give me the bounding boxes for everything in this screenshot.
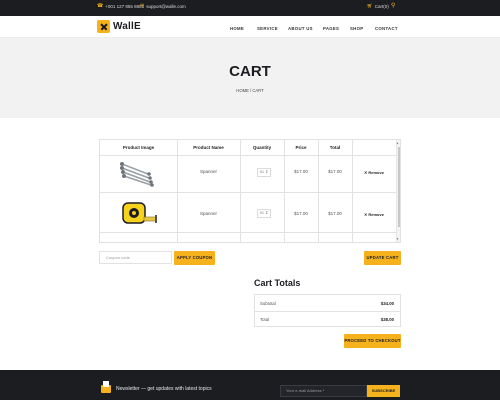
remove-label: Remove [368,212,384,217]
quantity-stepper[interactable]: 01 ⇕ [257,209,271,218]
stepper-arrows-icon: ⇕ [263,170,269,174]
header-price: Price [295,145,307,150]
header-total: Total [329,145,341,150]
logo-tools-icon [97,20,110,33]
row-divider [100,232,397,233]
page-hero: CART HOME / CART [0,38,500,118]
total-value: $17.00 [328,211,342,216]
header-product-image: Product Image [122,145,155,150]
remove-button[interactable]: ✕Remove [364,170,384,175]
cart-table: Product Image Product Name Quantity Pric… [99,139,401,243]
stepper-arrows-icon: ⇕ [263,211,269,215]
nav-contact[interactable]: CONTACT [375,26,398,31]
subtotal-value: $34.00 [380,301,394,306]
cart-icon: 🛒︎ [367,3,373,8]
price-value: $17.00 [294,211,308,216]
close-icon: ✕ [364,170,368,175]
scrollbar-thumb[interactable] [398,147,400,227]
table-scrollbar[interactable] [396,140,400,242]
apply-coupon-button[interactable]: APPLY COUPON [174,251,215,265]
nav-about-us[interactable]: ABOUT US [288,26,313,31]
subtotal-label: Subtotal [260,301,276,306]
header-quantity: Quantity [252,145,272,150]
price-value: $17.00 [294,169,308,174]
search-icon[interactable]: ⚲ [391,2,395,9]
total-label: Total [260,317,270,322]
email-contact[interactable]: ✉ support@walle.com [140,3,186,9]
scroll-up-icon[interactable]: ▲ [396,141,399,145]
cart-totals-table: Subtotal $34.00 Total $38.00 [254,294,401,327]
nav-shop[interactable]: SHOP [350,26,363,31]
newsletter-envelope-icon [101,385,111,393]
main-navbar: WallE HOME SERVICE ABOUT US PAGES SHOP C… [0,16,500,38]
subscribe-button[interactable]: SUBSCRIBE [367,385,400,397]
remove-label: Remove [368,170,384,175]
row-divider [100,155,397,156]
page-title: CART [229,63,271,80]
coupon-input[interactable]: Coupon code [99,251,172,264]
breadcrumb[interactable]: HOME / CART [0,88,500,93]
nav-home[interactable]: HOME [230,26,244,31]
email-address: support@walle.com [146,3,186,9]
spanner-set-image [120,162,154,187]
footer-newsletter: Newsletter — get updates with latest top… [0,370,500,400]
product-name[interactable]: Spanner [177,211,240,216]
logo-text: WallE [113,21,141,32]
logo[interactable]: WallE [97,20,141,33]
cart-link[interactable]: 🛒︎ Cart(0) [367,3,389,9]
proceed-to-checkout-button[interactable]: PROCEED TO CHECKOUT [344,334,401,348]
cart-totals-title: Cart Totals [254,278,301,288]
close-icon: ✕ [364,212,368,217]
product-name[interactable]: Spanner [177,169,240,174]
header-product-name: Product Name [193,145,224,150]
phone-number: +001 127 855 8881 [105,3,145,9]
grand-total-value: $38.00 [380,317,394,322]
scroll-down-icon[interactable]: ▼ [396,237,399,241]
total-value: $17.00 [328,169,342,174]
nav-service[interactable]: SERVICE [257,26,278,31]
quantity-stepper[interactable]: 01 ⇕ [257,168,271,177]
phone-icon: ☎ [97,3,104,9]
phone-contact[interactable]: ☎ +001 127 855 8881 [97,3,144,9]
row-divider [100,192,397,193]
total-row: Total $38.00 [255,311,400,327]
cart-count: Cart(0) [374,3,389,9]
remove-button[interactable]: ✕Remove [364,212,384,217]
top-bar: ☎ +001 127 855 8881 ✉ support@walle.com … [0,0,500,16]
nav-pages[interactable]: PAGES [323,26,339,31]
tape-measure-image [122,202,157,224]
newsletter-text: Newsletter — get updates with latest top… [116,386,212,392]
subtotal-row: Subtotal $34.00 [255,295,400,311]
mail-icon: ✉ [140,3,145,9]
newsletter-email-input[interactable]: Your e-mail Address * [280,385,367,397]
update-cart-button[interactable]: UPDATE CART [364,251,401,265]
